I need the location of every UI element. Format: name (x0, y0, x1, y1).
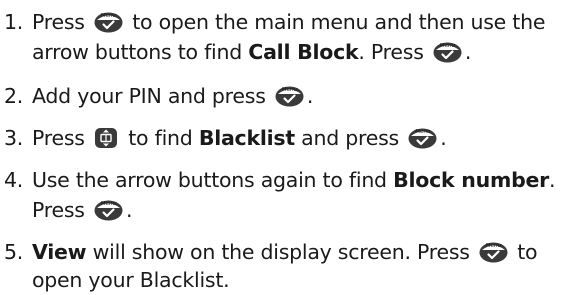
instruction-steps: 1. Press Menu to open the main menu and … (0, 0, 570, 292)
menu-key-word: Menu (100, 201, 117, 207)
step-text: Add your PIN and press (32, 84, 266, 108)
step-4-line-2: Press Menu . (32, 195, 133, 225)
step-text: . Press (358, 40, 424, 64)
menu-option-call-block: Call Block (248, 40, 359, 64)
step-4-line-1: Use the arrow buttons again to find Bloc… (32, 165, 556, 195)
step-text: will show on the display screen. Press (92, 240, 470, 264)
step-5-line-2: open your Blacklist. (32, 265, 230, 295)
menu-key-word: Menu (415, 129, 431, 135)
menu-key-word: Menu (100, 13, 117, 19)
menu-ok-key-icon: Menu (94, 12, 123, 33)
menu-ok-key-icon: Menu (408, 128, 437, 149)
step-2-line-1: Add your PIN and press Menu . (32, 81, 313, 111)
step-number: 4. (4, 168, 24, 192)
step-text: and press (301, 126, 399, 150)
step-number: 1. (4, 10, 24, 34)
display-text-view: View (32, 240, 87, 264)
step-text: to (517, 240, 538, 264)
step-text: open your Blacklist. (32, 268, 230, 292)
menu-ok-key-icon: Menu (94, 200, 123, 221)
menu-ok-key-icon: Menu (433, 42, 462, 63)
step-text: . (306, 84, 314, 108)
menu-key-word: Menu (485, 243, 502, 249)
menu-option-block-number: Block number (393, 168, 550, 192)
menu-option-blacklist: Blacklist (198, 126, 295, 150)
step-number: 2. (4, 84, 24, 108)
step-text: to find (128, 126, 193, 150)
step-text: Press (32, 198, 85, 222)
step-text: Press (32, 126, 85, 150)
phonebook-arrow-key-icon (94, 127, 118, 149)
step-number: 3. (4, 126, 24, 150)
step-text: Press (32, 10, 85, 34)
step-text: Use the arrow buttons again to find (32, 168, 387, 192)
step-text: . (549, 168, 556, 192)
step-text: to open the main menu and then use the (132, 10, 546, 34)
step-text: arrow buttons to find (32, 40, 243, 64)
step-text: . (125, 198, 133, 222)
menu-key-word: Menu (439, 43, 455, 49)
step-3-line-1: Press to find Blacklist and press Menu . (32, 123, 447, 153)
step-text: . (440, 126, 447, 150)
step-1-line-1: Press Menu to open the main menu and the… (32, 7, 545, 37)
step-1-line-2: arrow buttons to find Call Block. Press … (32, 37, 471, 67)
menu-key-word: Menu (281, 87, 297, 93)
step-5-line-1: View will show on the display screen. Pr… (32, 237, 538, 267)
menu-ok-key-icon: Menu (275, 86, 304, 107)
menu-ok-key-icon: Menu (479, 242, 508, 263)
step-text: . (464, 40, 472, 64)
step-number: 5. (4, 240, 24, 264)
